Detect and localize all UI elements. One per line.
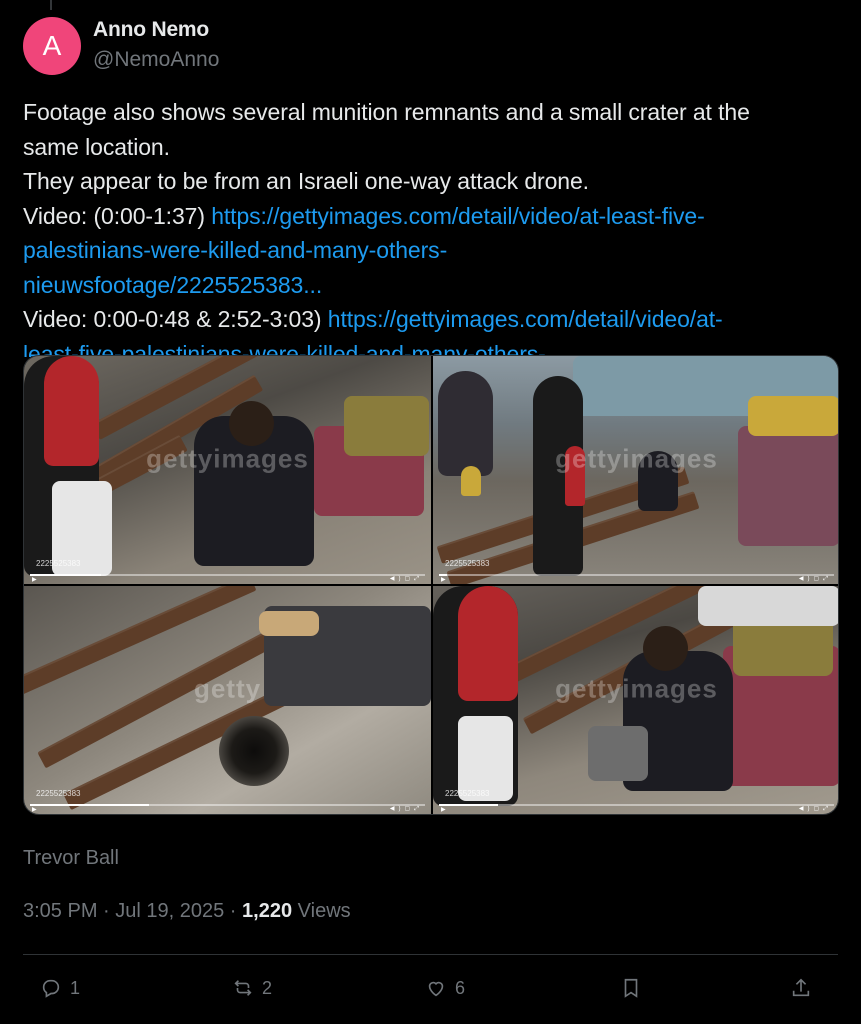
meta-separator: · [97, 900, 116, 922]
video-id: 2225525383 [36, 559, 81, 568]
video1-label: Video: (0:00-1:37) [23, 202, 212, 229]
media-credit: Trevor Ball [23, 847, 119, 869]
video2-link-continued[interactable]: least-five-palestinians-were-killed-and-… [23, 337, 838, 358]
video-scrubber[interactable] [30, 574, 425, 576]
video-controls-icon[interactable]: ◀)▢⤢ [390, 575, 423, 583]
tweet-time[interactable]: 3:05 PM [23, 900, 97, 922]
author-handle[interactable]: @NemoAnno [93, 48, 219, 72]
views-label: Views [292, 900, 351, 922]
tweet-text: Footage also shows several munition remn… [23, 95, 838, 357]
video2-link[interactable]: https://gettyimages.com/detail/video/at- [328, 306, 723, 332]
media-frame[interactable]: getty 2225525383 ▶ ◀)▢⤢ [24, 586, 431, 814]
video-progress [30, 804, 149, 806]
video-id: 2225525383 [445, 789, 490, 798]
heart-icon [428, 981, 444, 997]
media-frame[interactable]: gettyimages 2225525383 ▶ ◀)▢⤢ [433, 356, 838, 584]
tweet-date[interactable]: Jul 19, 2025 [115, 900, 224, 922]
divider [23, 954, 838, 955]
views-count: 1,220 [242, 900, 293, 922]
watermark: getty [193, 673, 262, 704]
video1-link-continued[interactable]: palestinians-were-killed-and-many-others… [23, 233, 838, 268]
video1-link[interactable]: https://gettyimages.com/detail/video/at-… [211, 203, 705, 229]
video-progress [439, 804, 499, 806]
like-count: 6 [455, 977, 466, 998]
meta-separator: · [224, 900, 243, 922]
play-icon[interactable]: ▶ [32, 576, 37, 583]
like-button[interactable]: 6 [425, 977, 465, 999]
video1-link-continued[interactable]: nieuwsfootage/2225525383... [23, 268, 838, 303]
reply-count: 1 [70, 977, 81, 998]
tweet-detail: A Anno Nemo @NemoAnno Footage also shows… [0, 0, 861, 1024]
video-controls-icon[interactable]: ◀)▢⤢ [799, 805, 832, 813]
watermark: gettyimages [146, 443, 309, 474]
repost-button[interactable]: 2 [232, 977, 272, 999]
share-button[interactable] [790, 977, 812, 999]
tweet-meta: 3:05 PM · Jul 19, 2025 · 1,220 Views [23, 900, 351, 923]
video2-label: Video: 0:00-0:48 & 2:52-3:03) [23, 306, 328, 332]
video-controls-icon[interactable]: ◀)▢⤢ [799, 575, 832, 583]
reply-icon [42, 979, 60, 998]
media-frame[interactable]: gettyimages 2225525383 ▶ ◀)▢⤢ [433, 586, 838, 814]
thread-connector-line [50, 0, 52, 10]
video-id: 2225525383 [36, 789, 81, 798]
watermark: gettyimages [555, 673, 718, 704]
tweet-text-line: They appear to be from an Israeli one-wa… [23, 168, 589, 194]
play-icon[interactable]: ▶ [441, 806, 446, 813]
play-icon[interactable]: ▶ [32, 806, 37, 813]
tweet-text-line: Video: (0:00-1:37) https://gettyimages.c… [23, 199, 838, 234]
share-icon [792, 978, 810, 997]
play-icon[interactable]: ▶ [441, 576, 446, 583]
video-progress [30, 574, 102, 576]
repost-count: 2 [262, 977, 273, 998]
repost-icon [234, 980, 252, 996]
media-grid: gettyimages 2225525383 ▶ ◀)▢⤢ gettyimage… [23, 355, 839, 815]
author-name[interactable]: Anno Nemo [93, 18, 209, 42]
watermark: gettyimages [555, 443, 718, 474]
media-frame[interactable]: gettyimages 2225525383 ▶ ◀)▢⤢ [24, 356, 431, 584]
tweet-text-line: Footage also shows several munition remn… [23, 99, 750, 125]
tweet-text-line: same location. [23, 133, 170, 160]
tweet-text-line: Video: 0:00-0:48 & 2:52-3:03) https://ge… [23, 302, 838, 337]
bookmark-icon [624, 978, 638, 998]
video-scrubber[interactable] [439, 804, 834, 806]
video-scrubber[interactable] [30, 804, 425, 806]
bookmark-button[interactable] [620, 977, 642, 999]
video-scrubber[interactable] [439, 574, 834, 576]
avatar[interactable]: A [23, 17, 81, 75]
video-controls-icon[interactable]: ◀)▢⤢ [390, 805, 423, 813]
video-id: 2225525383 [445, 559, 490, 568]
reply-button[interactable]: 1 [40, 977, 80, 999]
